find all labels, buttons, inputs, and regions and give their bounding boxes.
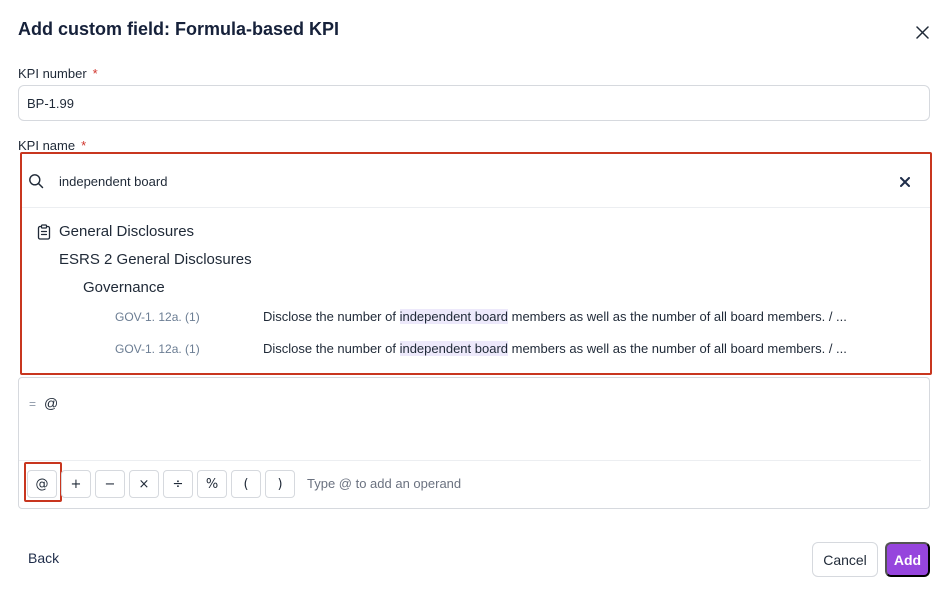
kpi-result-description: Disclose the number of independent board…	[263, 341, 847, 356]
multiply-button[interactable]: ×	[129, 470, 159, 498]
kpi-number-label: KPI number *	[18, 66, 98, 81]
add-button[interactable]: Add	[885, 542, 930, 577]
required-mark: *	[81, 138, 87, 153]
required-mark: *	[92, 66, 98, 81]
search-query: independent board	[59, 174, 168, 189]
tree-section[interactable]: Governance	[83, 279, 165, 296]
clear-icon	[900, 177, 910, 187]
plus-button[interactable]: +	[61, 470, 91, 498]
kpi-search-dropdown: independent board General Disclosures ES…	[20, 152, 932, 375]
desc-text: Disclose the number of	[263, 309, 400, 324]
kpi-result-code: GOV-1. 12a. (1)	[115, 310, 200, 324]
minus-button[interactable]: −	[95, 470, 125, 498]
toolbar-divider	[19, 460, 921, 461]
percent-button[interactable]: %	[197, 470, 227, 498]
kpi-result-description: Disclose the number of independent board…	[263, 309, 847, 324]
close-paren-button[interactable]: )	[265, 470, 295, 498]
divide-button[interactable]: ÷	[163, 470, 193, 498]
formula-value: @	[44, 395, 59, 411]
search-match-highlight: independent board	[399, 341, 509, 356]
cancel-button[interactable]: Cancel	[812, 542, 878, 577]
desc-text: members as well as the number of all boa…	[508, 309, 847, 324]
desc-text: members as well as the number of all boa…	[508, 341, 847, 356]
operand-hint: Type @ to add an operand	[307, 476, 462, 491]
search-match-highlight: independent board	[399, 309, 509, 324]
close-icon	[915, 25, 929, 39]
kpi-result-code: GOV-1. 12a. (1)	[115, 342, 200, 356]
kpi-result-row[interactable]: GOV-1. 12a. (1) Disclose the number of i…	[22, 303, 930, 333]
tree-standard[interactable]: ESRS 2 General Disclosures	[59, 251, 252, 268]
desc-text: Disclose the number of	[263, 341, 400, 356]
clear-search-button[interactable]	[896, 173, 914, 191]
kpi-number-value: BP-1.99	[27, 95, 74, 111]
kpi-name-label-text: KPI name	[18, 138, 76, 153]
kpi-number-input[interactable]: BP-1.99	[18, 85, 930, 121]
formula-editor[interactable]: = @ @ + − × ÷ % ( ) Type @ to add an ope…	[18, 377, 930, 509]
close-button[interactable]	[910, 21, 934, 43]
open-paren-button[interactable]: (	[231, 470, 261, 498]
kpi-search-input[interactable]: independent board	[22, 154, 930, 208]
back-button[interactable]: Back	[28, 550, 59, 566]
clipboard-icon	[37, 224, 51, 240]
tree-category[interactable]: General Disclosures	[59, 223, 194, 240]
search-icon	[29, 174, 44, 189]
kpi-name-label: KPI name *	[18, 138, 86, 153]
dialog-title: Add custom field: Formula-based KPI	[18, 19, 340, 39]
kpi-result-row[interactable]: GOV-1. 12a. (1) Disclose the number of i…	[22, 335, 930, 365]
formula-prefix: =	[29, 397, 37, 411]
operand-at-highlight	[24, 462, 62, 502]
kpi-number-label-text: KPI number	[18, 66, 87, 81]
